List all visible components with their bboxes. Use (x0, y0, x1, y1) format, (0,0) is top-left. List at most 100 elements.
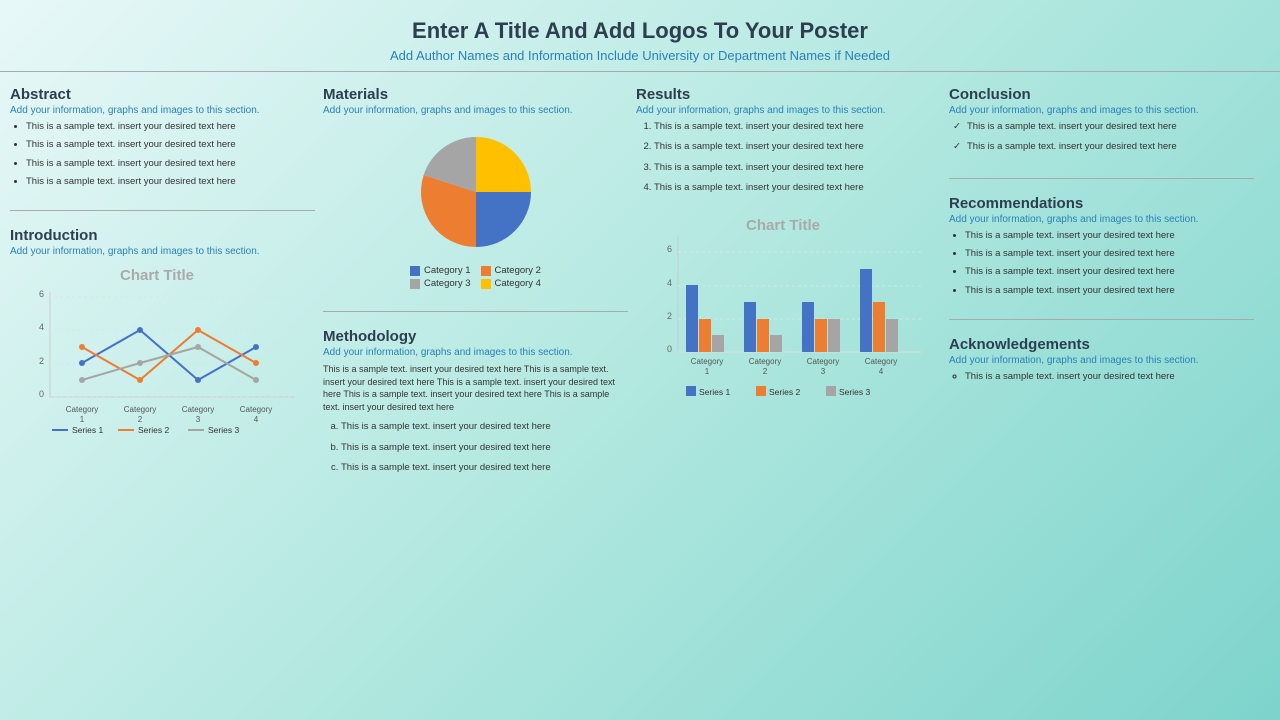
recommendations-subtitle: Add your information, graphs and images … (949, 214, 1254, 225)
cat3-label: Category 3 (424, 278, 470, 289)
svg-text:Chart Title: Chart Title (746, 217, 820, 234)
header: Enter A Title And Add Logos To Your Post… (0, 0, 1280, 72)
pie-legend-cat4: Category 4 (481, 278, 541, 289)
pie-chart-container: Category 1 Category 2 Category 3 Categor… (323, 121, 628, 295)
methodology-list: This is a sample text. insert your desir… (323, 421, 628, 474)
methodology-item-2: This is a sample text. insert your desir… (341, 442, 628, 454)
bar-chart: Chart Title 0 2 4 6 (636, 212, 941, 392)
svg-text:0: 0 (39, 389, 44, 399)
results-section: Results Add your information, graphs and… (636, 82, 941, 206)
pie-chart-svg (406, 127, 546, 257)
svg-text:Chart Title: Chart Title (120, 267, 194, 284)
acknowledgements-section: Acknowledgements Add your information, g… (949, 332, 1254, 387)
column-4: Conclusion Add your information, graphs … (949, 82, 1254, 702)
svg-text:1: 1 (80, 415, 85, 424)
conclusion-item-1: This is a sample text. insert your desir… (953, 121, 1254, 133)
svg-text:2: 2 (763, 367, 768, 376)
materials-title: Materials (323, 86, 628, 103)
poster-subtitle: Add Author Names and Information Include… (20, 48, 1260, 63)
methodology-item-1: This is a sample text. insert your desir… (341, 421, 628, 433)
methodology-section: Methodology Add your information, graphs… (323, 324, 628, 486)
results-title: Results (636, 86, 941, 103)
recommendations-item-4: This is a sample text. insert your desir… (965, 285, 1254, 297)
divider-4 (949, 319, 1254, 320)
methodology-title: Methodology (323, 328, 628, 345)
cat2-label: Category 2 (495, 265, 541, 276)
svg-text:Category: Category (182, 405, 214, 414)
pie-legend-cat1: Category 1 (410, 265, 470, 276)
abstract-subtitle: Add your information, graphs and images … (10, 105, 315, 116)
results-item-1: This is a sample text. insert your desir… (654, 121, 941, 133)
svg-text:4: 4 (667, 278, 672, 288)
acknowledgements-item-1: This is a sample text. insert your desir… (965, 371, 1254, 383)
cat2-color (481, 266, 491, 276)
svg-text:3: 3 (196, 415, 201, 424)
results-subtitle: Add your information, graphs and images … (636, 105, 941, 116)
recommendations-item-1: This is a sample text. insert your desir… (965, 230, 1254, 242)
line-chart: Chart Title 0 2 4 6 Category 1 (10, 262, 315, 432)
line-chart-svg: Chart Title 0 2 4 6 Category 1 (10, 262, 305, 437)
main-content: Abstract Add your information, graphs an… (0, 72, 1280, 712)
divider-3 (949, 178, 1254, 179)
abstract-list: This is a sample text. insert your desir… (10, 121, 315, 188)
results-list: This is a sample text. insert your desir… (636, 121, 941, 194)
pie-legend: Category 1 Category 2 Category 3 Categor… (410, 265, 541, 289)
results-item-2: This is a sample text. insert your desir… (654, 141, 941, 153)
introduction-subtitle: Add your information, graphs and images … (10, 246, 315, 257)
svg-text:2: 2 (667, 311, 672, 321)
acknowledgements-title: Acknowledgements (949, 336, 1254, 353)
column-3: Results Add your information, graphs and… (636, 82, 941, 702)
conclusion-list: This is a sample text. insert your desir… (949, 121, 1254, 154)
pie-legend-cat3: Category 3 (410, 278, 470, 289)
bar-chart-svg: Chart Title 0 2 4 6 (636, 212, 931, 422)
svg-text:Category: Category (124, 405, 156, 414)
cat1-label: Category 1 (424, 265, 470, 276)
abstract-item-1: This is a sample text. insert your desir… (26, 121, 315, 133)
svg-text:2: 2 (138, 415, 143, 424)
recommendations-item-3: This is a sample text. insert your desir… (965, 266, 1254, 278)
svg-text:Category: Category (691, 357, 723, 366)
svg-text:1: 1 (705, 367, 710, 376)
recommendations-section: Recommendations Add your information, gr… (949, 191, 1254, 307)
svg-text:Category: Category (865, 357, 897, 366)
cat3-color (410, 279, 420, 289)
svg-text:4: 4 (879, 367, 884, 376)
svg-text:Series 1: Series 1 (72, 425, 103, 435)
abstract-item-4: This is a sample text. insert your desir… (26, 176, 315, 188)
svg-text:Series 2: Series 2 (769, 387, 800, 397)
abstract-item-2: This is a sample text. insert your desir… (26, 139, 315, 151)
conclusion-title: Conclusion (949, 86, 1254, 103)
svg-text:0: 0 (667, 344, 672, 354)
conclusion-item-2: This is a sample text. insert your desir… (953, 141, 1254, 153)
svg-text:Category: Category (240, 405, 272, 414)
materials-subtitle: Add your information, graphs and images … (323, 105, 628, 116)
cat4-color (481, 279, 491, 289)
pie-legend-cat2: Category 2 (481, 265, 541, 276)
svg-text:6: 6 (39, 289, 44, 299)
svg-text:Series 2: Series 2 (138, 425, 169, 435)
svg-text:Category: Category (749, 357, 781, 366)
svg-text:3: 3 (821, 367, 826, 376)
divider-2 (323, 311, 628, 312)
acknowledgements-subtitle: Add your information, graphs and images … (949, 355, 1254, 366)
svg-text:Series 3: Series 3 (839, 387, 870, 397)
introduction-title: Introduction (10, 227, 315, 244)
methodology-subtitle: Add your information, graphs and images … (323, 347, 628, 358)
svg-text:Category: Category (807, 357, 839, 366)
svg-text:4: 4 (254, 415, 259, 424)
methodology-body: This is a sample text. insert your desir… (323, 363, 628, 413)
acknowledgements-list: This is a sample text. insert your desir… (949, 371, 1254, 383)
recommendations-list: This is a sample text. insert your desir… (949, 230, 1254, 297)
column-1: Abstract Add your information, graphs an… (10, 82, 315, 702)
svg-text:Category: Category (66, 405, 98, 414)
conclusion-subtitle: Add your information, graphs and images … (949, 105, 1254, 116)
methodology-item-3: This is a sample text. insert your desir… (341, 462, 628, 474)
divider-1 (10, 210, 315, 211)
abstract-title: Abstract (10, 86, 315, 103)
cat1-color (410, 266, 420, 276)
svg-text:Series 3: Series 3 (208, 425, 239, 435)
results-item-4: This is a sample text. insert your desir… (654, 182, 941, 194)
cat4-label: Category 4 (495, 278, 541, 289)
recommendations-item-2: This is a sample text. insert your desir… (965, 248, 1254, 260)
column-2: Materials Add your information, graphs a… (323, 82, 628, 702)
